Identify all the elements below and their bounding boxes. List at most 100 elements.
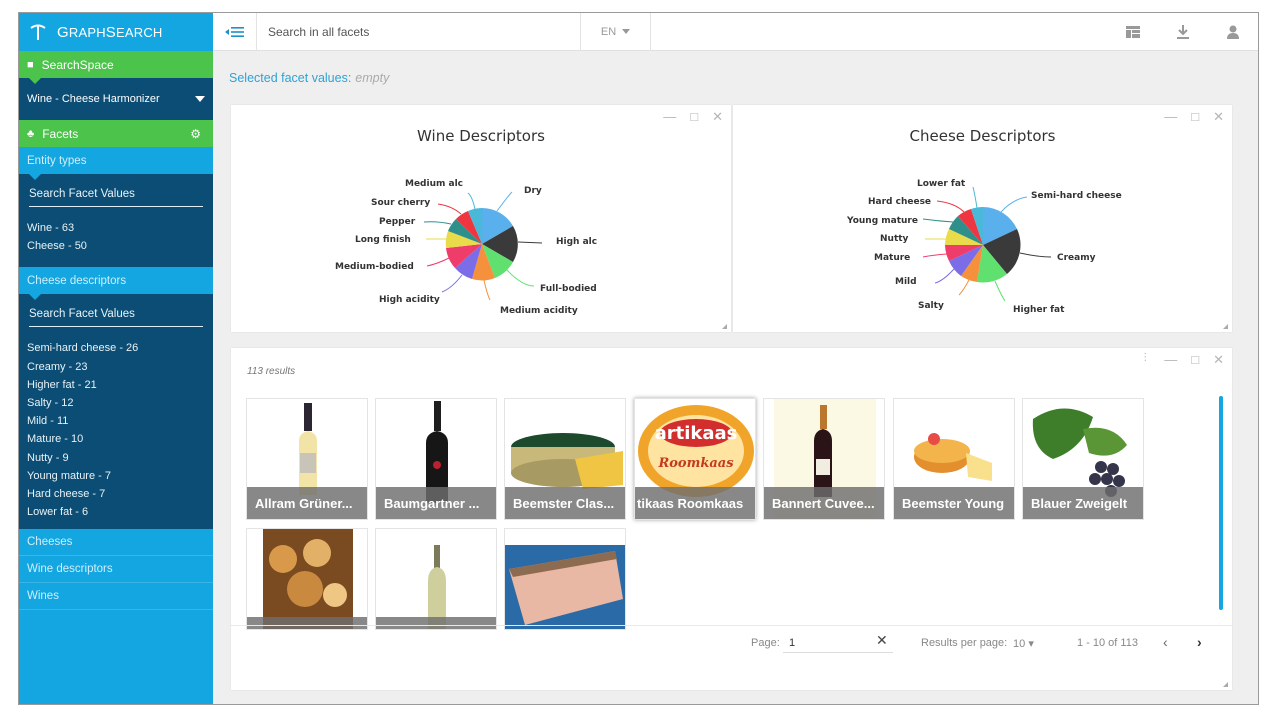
sidebar: GRAPHSEARCH ■ SearchSpace Wine - Cheese … <box>19 13 213 704</box>
facet-wine-descriptors[interactable]: Wine descriptors <box>19 556 213 584</box>
chevron-down-icon <box>195 96 205 102</box>
facet-value[interactable]: Cheese - 50 <box>27 237 205 255</box>
search-space-value: Wine - Cheese Harmonizer <box>27 93 160 105</box>
artikaas-logo-text: artikaas <box>655 423 738 444</box>
result-tile[interactable]: Blauer Zweigelt <box>1022 398 1144 520</box>
pie-label: Salty <box>918 301 944 311</box>
layout-icon[interactable] <box>1108 26 1158 38</box>
resize-handle[interactable] <box>1223 682 1228 687</box>
graphsearch-logo-icon <box>30 24 46 40</box>
pie-label: Lower fat <box>917 179 966 189</box>
facet-value[interactable]: Young mature - 7 <box>27 467 205 485</box>
minimize-icon[interactable]: — <box>1164 352 1177 368</box>
facet-value[interactable]: Lower fat - 6 <box>27 503 205 521</box>
tile-label: Allram Grüner... <box>247 487 367 519</box>
search-space-select[interactable]: Wine - Cheese Harmonizer <box>19 78 213 120</box>
facet-cheese-descriptors[interactable]: Cheese descriptors <box>19 267 213 301</box>
result-tile[interactable]: Baumgartner ... <box>375 398 497 520</box>
result-tile[interactable] <box>375 528 497 630</box>
cheese-chart-panel: — □ ✕ Cheese Descriptors Semi-hard chees… <box>733 105 1232 332</box>
download-icon[interactable] <box>1158 25 1208 39</box>
cheese-shop-image <box>263 529 353 629</box>
facets-icon: ♣ <box>27 127 35 140</box>
per-page-select[interactable]: 10 ▾ <box>1013 637 1034 650</box>
top-bar: Search in all facets EN <box>213 13 1258 51</box>
facet-value[interactable]: Wine - 63 <box>27 219 205 237</box>
per-page-value: 10 <box>1013 638 1026 650</box>
facet-value[interactable]: Hard cheese - 7 <box>27 485 205 503</box>
wine-pie-chart: Dry High alc Full-bodied Medium acidity … <box>335 179 597 316</box>
user-icon[interactable] <box>1208 25 1258 39</box>
chevron-down-icon <box>622 29 631 34</box>
pagination-bar: Page: 1 ✕ Results per page: 10 ▾ 1 - 10 … <box>231 625 1232 655</box>
tile-label: Blauer Zweigelt <box>1023 487 1143 519</box>
cheese-pie-chart: Semi-hard cheese Creamy Higher fat Salty… <box>846 179 1122 315</box>
page-label: Page: <box>751 637 780 649</box>
global-search-input[interactable]: Search in all facets <box>257 13 581 51</box>
folder-icon: ■ <box>27 58 34 71</box>
artikaas-logo-subtext: Roomkaas <box>657 456 734 471</box>
pie-label: Pepper <box>379 217 416 227</box>
facet-value[interactable]: Nutty - 9 <box>27 449 205 467</box>
pie-label: Medium-bodied <box>335 262 414 272</box>
clear-page-icon[interactable]: ✕ <box>876 632 888 649</box>
next-page-icon[interactable]: › <box>1197 634 1202 650</box>
menu-collapse-icon <box>224 26 244 37</box>
tile-label: Beemster Clas... <box>505 487 625 519</box>
result-tile[interactable]: Bannert Cuvee... <box>763 398 885 520</box>
drag-icon[interactable]: ⋮ <box>1140 352 1150 368</box>
facet-value[interactable]: Mild - 11 <box>27 412 205 430</box>
search-space-label: SearchSpace <box>41 57 114 72</box>
tile-label: Bannert Cuvee... <box>764 487 884 519</box>
cheese-wedge-image <box>505 545 625 629</box>
result-tile[interactable]: Beemster Young <box>893 398 1015 520</box>
selected-facets: Selected facet values: empty <box>229 71 389 85</box>
pie-label: Dry <box>524 186 542 196</box>
facet-wines[interactable]: Wines <box>19 583 213 611</box>
facet-value[interactable]: Creamy - 23 <box>27 358 205 376</box>
facets-header[interactable]: ♣ Facets ⚙ <box>19 120 213 153</box>
chevron-down-icon: ▾ <box>1028 638 1034 650</box>
language-select[interactable]: EN <box>581 13 651 51</box>
wine-bottle-image <box>428 545 446 629</box>
entity-types-panel: Search Facet Values Wine - 63 Cheese - 5… <box>19 174 213 268</box>
results-scrollbar[interactable] <box>1219 396 1223 610</box>
facet-value[interactable]: Higher fat - 21 <box>27 376 205 394</box>
pie-label: Medium acidity <box>500 306 578 316</box>
facets-label: Facets <box>42 126 79 141</box>
close-icon[interactable]: ✕ <box>1213 352 1224 368</box>
facet-value[interactable]: Semi-hard cheese - 26 <box>27 339 205 357</box>
result-tile[interactable]: Beemster Clas... <box>504 398 626 520</box>
facet-search-input[interactable]: Search Facet Values <box>29 308 203 328</box>
tile-label: Baumgartner ... <box>376 487 496 519</box>
result-tile[interactable]: artikaas Roomkaas tikaas Roomkaas <box>634 398 756 520</box>
gear-icon[interactable]: ⚙ <box>190 127 201 141</box>
facet-cheeses[interactable]: Cheeses <box>19 529 213 557</box>
results-panel: ⋮ — □ ✕ 113 results Allram Grüner... Baumga… <box>231 348 1232 690</box>
pie-label: Nutty <box>880 234 909 244</box>
pie-label: Creamy <box>1057 253 1096 263</box>
language-value: EN <box>600 25 617 38</box>
prev-page-icon[interactable]: ‹ <box>1163 634 1168 650</box>
search-space-header[interactable]: ■ SearchSpace <box>19 51 213 84</box>
resize-handle[interactable] <box>1223 324 1228 329</box>
facet-entity-types[interactable]: Entity types <box>19 147 213 180</box>
maximize-icon[interactable]: □ <box>1191 352 1199 368</box>
pie-label: Higher fat <box>1013 305 1065 315</box>
facet-heading: Entity types <box>27 154 87 167</box>
toggle-sidebar-button[interactable] <box>213 13 257 51</box>
results-count: 113 results <box>247 366 296 377</box>
result-tile[interactable]: Allram Grüner... <box>246 398 368 520</box>
brand[interactable]: GRAPHSEARCH <box>19 13 213 51</box>
tile-label: tikaas Roomkaas <box>635 487 755 519</box>
facet-value[interactable]: Salty - 12 <box>27 394 205 412</box>
pie-label: Mature <box>874 253 910 263</box>
result-tile[interactable] <box>504 528 626 630</box>
result-tile[interactable] <box>246 528 368 630</box>
resize-handle[interactable] <box>722 324 727 329</box>
facet-search-input[interactable]: Search Facet Values <box>29 188 203 207</box>
pie-label: Hard cheese <box>868 197 931 207</box>
brand-name: GRAPHSEARCH <box>57 23 163 41</box>
pie-label: Semi-hard cheese <box>1031 191 1122 201</box>
facet-value[interactable]: Mature - 10 <box>27 430 205 448</box>
